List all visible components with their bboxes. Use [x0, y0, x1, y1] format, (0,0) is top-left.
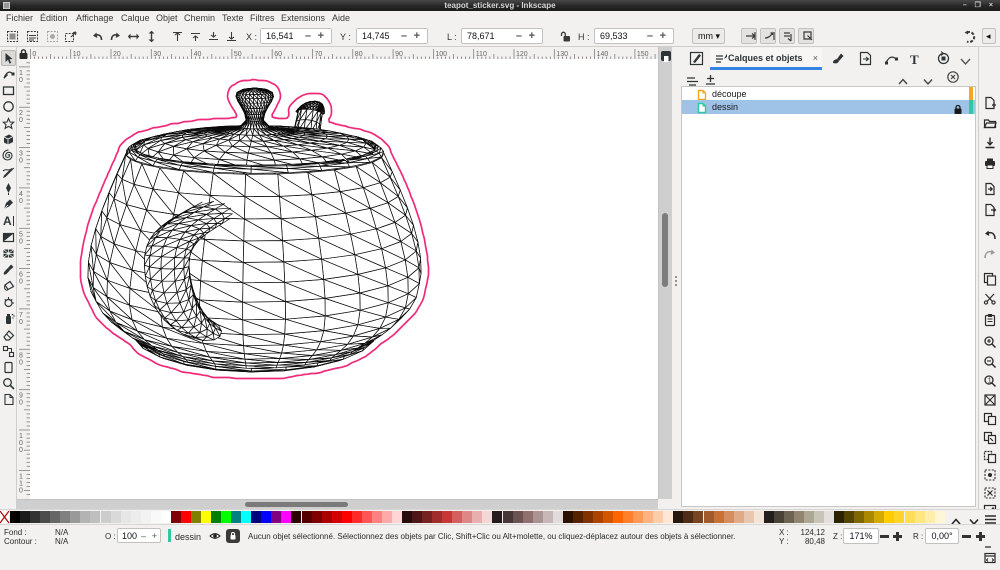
svg-text:60: 60 [274, 51, 282, 58]
svg-text:0: 0 [19, 158, 23, 165]
svg-text:30: 30 [153, 51, 161, 58]
svg-text:4: 4 [19, 191, 23, 198]
svg-text:5: 5 [19, 231, 23, 238]
svg-text:7: 7 [19, 312, 23, 319]
svg-text:0: 0 [19, 117, 23, 124]
svg-text:1: 1 [19, 473, 23, 480]
svg-text:0: 0 [19, 77, 23, 84]
svg-text:A: A [3, 214, 12, 227]
svg-text:1: 1 [19, 480, 23, 487]
svg-text:0: 0 [19, 319, 23, 326]
svg-text:0: 0 [19, 447, 23, 454]
svg-text:0: 0 [19, 400, 23, 407]
svg-text:6: 6 [19, 272, 23, 279]
svg-text:0: 0 [19, 359, 23, 366]
svg-text:20: 20 [113, 51, 121, 58]
svg-text:0: 0 [19, 238, 23, 245]
svg-text:90: 90 [395, 51, 403, 58]
svg-text:0: 0 [19, 198, 23, 205]
svg-text:1: 1 [988, 378, 992, 385]
svg-text:1: 1 [19, 70, 23, 77]
svg-text:1: 1 [19, 433, 23, 440]
svg-text:3: 3 [19, 151, 23, 158]
svg-text:10: 10 [73, 51, 81, 58]
svg-text:70: 70 [315, 51, 323, 58]
svg-text:0: 0 [19, 487, 23, 494]
svg-text:9: 9 [19, 393, 23, 400]
svg-text:0: 0 [19, 440, 23, 447]
svg-text:80: 80 [355, 51, 363, 58]
svg-text:40: 40 [194, 51, 202, 58]
svg-text:8: 8 [19, 352, 23, 359]
svg-text:0: 0 [19, 279, 23, 286]
svg-text:50: 50 [234, 51, 242, 58]
svg-text:2: 2 [19, 110, 23, 117]
